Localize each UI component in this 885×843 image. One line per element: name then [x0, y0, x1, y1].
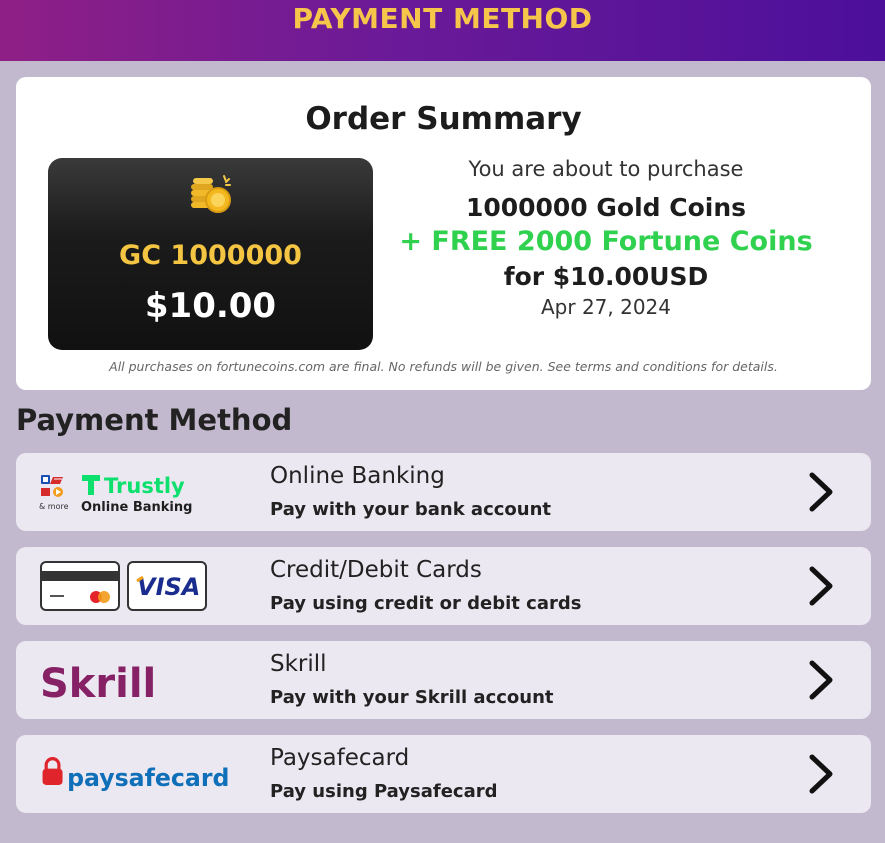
- purchase-date: Apr 27, 2024: [540, 295, 672, 319]
- page-title: PAYMENT METHOD: [292, 2, 593, 35]
- chevron-right-icon: [809, 566, 833, 606]
- svg-text:VISA: VISA: [137, 573, 200, 601]
- payment-option-skrill[interactable]: Skrill Skrill Pay with your Skrill accou…: [16, 641, 871, 719]
- payment-option-desc: Pay with your bank account: [270, 499, 552, 520]
- chevron-right-icon: [809, 472, 833, 512]
- svg-text:paysafecard: paysafecard: [67, 764, 229, 792]
- coin-price: $10.00: [144, 286, 277, 326]
- gold-coins-icon: [191, 175, 231, 213]
- coin-amount: GC 1000000: [119, 240, 302, 271]
- payment-option-name: Credit/Debit Cards: [270, 557, 482, 583]
- payment-option-desc: Pay using Paysafecard: [270, 781, 498, 802]
- coin-package-card: GC 1000000 $10.00: [48, 158, 373, 350]
- payment-option-online-banking[interactable]: & more Trustly Online Banking Online Ban…: [16, 453, 871, 531]
- skrill-logo: Skrill: [40, 661, 156, 707]
- svg-text:Online Banking: Online Banking: [81, 500, 192, 515]
- svg-text:& more: & more: [39, 502, 69, 511]
- page-header: PAYMENT METHOD: [0, 0, 885, 61]
- payment-option-paysafecard[interactable]: paysafecard Paysafecard Pay using Paysaf…: [16, 735, 871, 813]
- chevron-right-icon: [809, 660, 833, 700]
- refund-disclaimer: All purchases on fortunecoins.com are fi…: [109, 359, 778, 374]
- payment-option-name: Paysafecard: [270, 745, 410, 771]
- payment-option-desc: Pay using credit or debit cards: [270, 593, 582, 614]
- payment-option-name: Skrill: [270, 651, 327, 677]
- svg-text:Trustly: Trustly: [104, 474, 185, 498]
- svg-text:Skrill: Skrill: [40, 661, 156, 707]
- paysafecard-logo: paysafecard: [42, 757, 229, 792]
- purchase-gold-coins: 1000000 Gold Coins: [465, 193, 747, 222]
- purchase-details: You are about to purchase 1000000 Gold C…: [386, 157, 826, 319]
- purchase-total-price: for $10.00USD: [503, 262, 709, 291]
- trustly-logo: & more Trustly Online Banking: [39, 474, 192, 515]
- credit-card-visa-logo: VISA: [40, 561, 207, 611]
- order-summary-title: Order Summary: [305, 101, 582, 137]
- purchase-free-bonus: + FREE 2000 Fortune Coins: [399, 226, 813, 257]
- purchase-lead-text: You are about to purchase: [468, 157, 744, 181]
- payment-method-heading: Payment Method: [16, 403, 293, 437]
- payment-option-name: Online Banking: [270, 463, 445, 489]
- payment-option-desc: Pay with your Skrill account: [270, 687, 554, 708]
- order-summary-card: Order Summary GC 1000000 $10.00 You are …: [16, 77, 871, 390]
- chevron-right-icon: [809, 754, 833, 794]
- payment-option-credit-debit-cards[interactable]: VISA Credit/Debit Cards Pay using credit…: [16, 547, 871, 625]
